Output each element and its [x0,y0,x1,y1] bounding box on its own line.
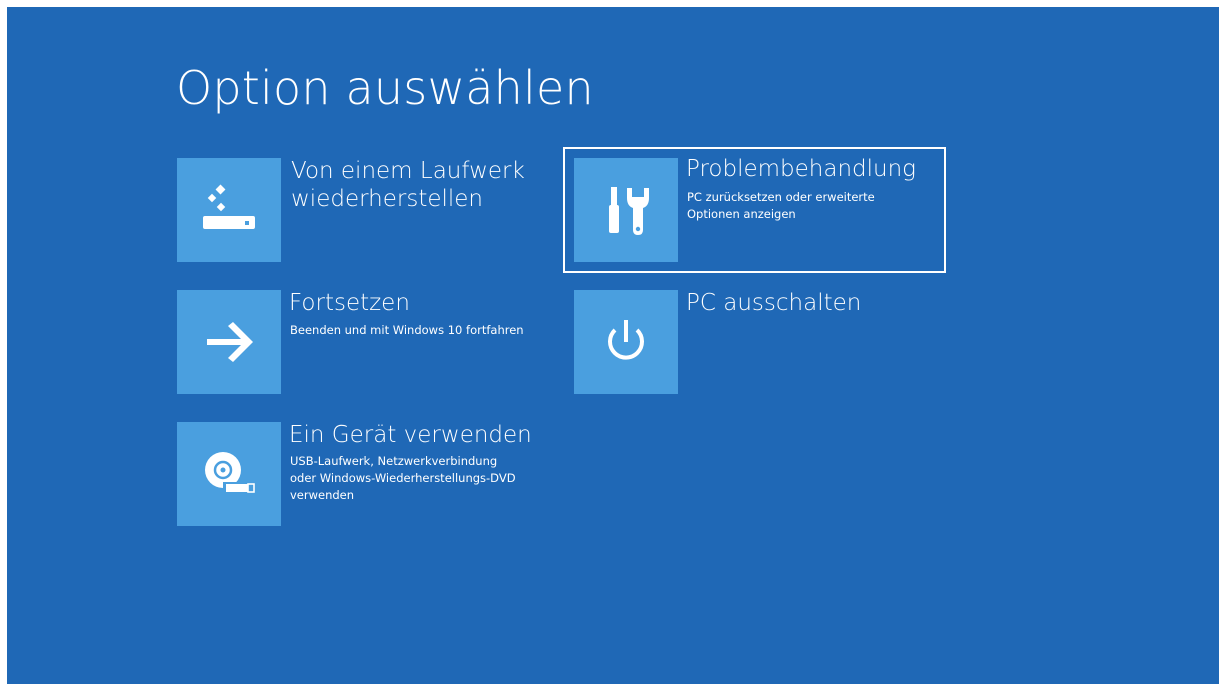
option-continue[interactable]: Fortsetzen Beenden und mit Windows 10 fo… [177,290,547,394]
option-description: Beenden und mit Windows 10 fortfahren [290,323,524,337]
recovery-screen: Option auswählen Von einem Laufwerk wied… [7,7,1219,684]
option-description: USB-Laufwerk, Netzwerkverbindung oder Wi… [290,454,516,502]
drive-recover-icon [199,180,259,240]
option-title: PC ausschalten [686,290,862,316]
option-tile [177,422,281,526]
disc-usb-icon [199,444,259,504]
option-tile [177,290,281,394]
option-description: PC zurücksetzen oder erweiterte Optionen… [687,190,875,221]
option-shutdown[interactable]: PC ausschalten [574,290,874,394]
tools-icon [596,180,656,240]
option-troubleshoot[interactable]: Problembehandlung PC zurücksetzen oder e… [563,147,946,273]
option-title: Von einem Laufwerk wiederherstellen [291,158,525,212]
option-recover-from-drive[interactable]: Von einem Laufwerk wiederherstellen [177,158,537,262]
option-title: Problembehandlung [686,156,916,182]
page-title: Option auswählen [176,61,594,115]
option-title: Ein Gerät verwenden [289,422,532,448]
option-tile [177,158,281,262]
arrow-right-icon [199,312,259,372]
option-tile [574,158,678,262]
power-icon [596,312,656,372]
option-use-device[interactable]: Ein Gerät verwenden USB-Laufwerk, Netzwe… [177,422,557,526]
option-tile [574,290,678,394]
option-title: Fortsetzen [289,290,410,316]
